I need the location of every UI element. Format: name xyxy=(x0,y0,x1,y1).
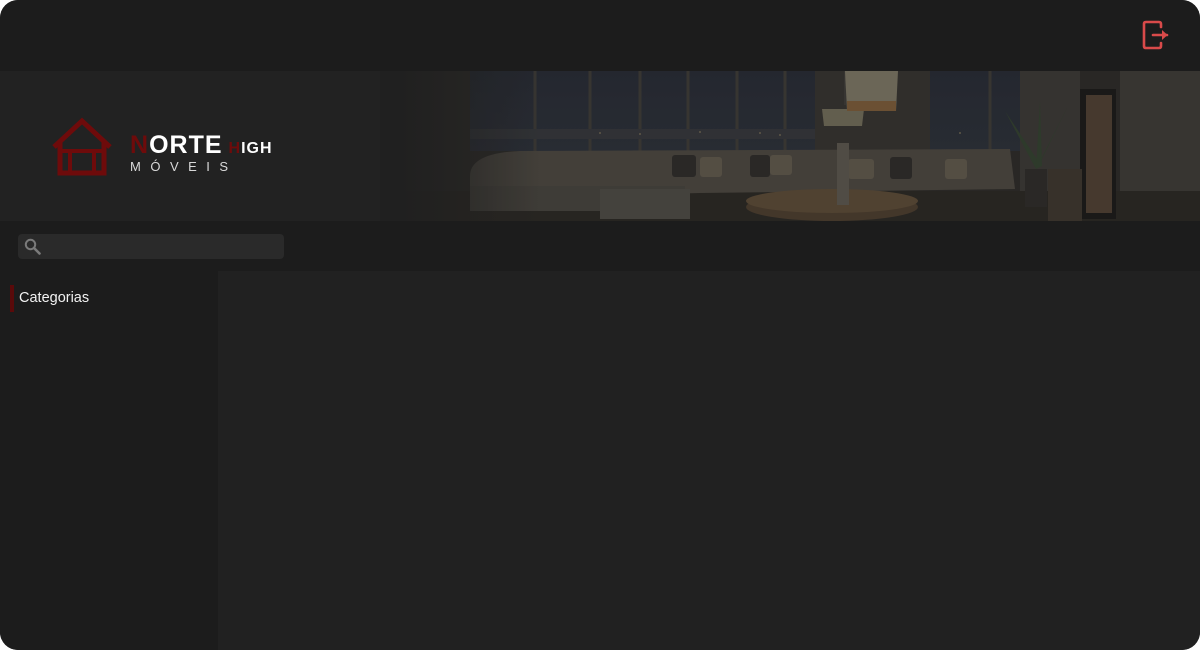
search-input[interactable] xyxy=(46,234,280,259)
search-field[interactable] xyxy=(18,234,284,259)
top-bar xyxy=(0,0,1200,71)
sidebar-item-categories[interactable]: Categorias xyxy=(10,285,210,312)
brand-logo[interactable]: NORTE HIGH MÓVEIS xyxy=(50,117,290,181)
brand-word: ORTE xyxy=(149,131,223,159)
main-content xyxy=(218,271,1200,650)
brand-tagline: MÓVEIS xyxy=(130,159,238,174)
house-icon xyxy=(52,117,112,176)
hero-banner: NORTE HIGH MÓVEIS xyxy=(0,71,1200,221)
logout-icon[interactable] xyxy=(1140,18,1172,52)
sidebar-item-label: Categorias xyxy=(19,290,90,306)
brand-secondary-initial: H xyxy=(228,140,242,157)
app-window: NORTE HIGH MÓVEIS Categorias xyxy=(0,0,1200,650)
active-indicator xyxy=(10,285,14,312)
search-bar xyxy=(0,221,1200,271)
brand-secondary-word: IGH xyxy=(241,140,273,157)
sidebar: Categorias xyxy=(0,271,218,650)
search-icon xyxy=(24,238,41,255)
brand-initial: N xyxy=(130,131,150,159)
brand-name: NORTE HIGH xyxy=(130,131,273,160)
